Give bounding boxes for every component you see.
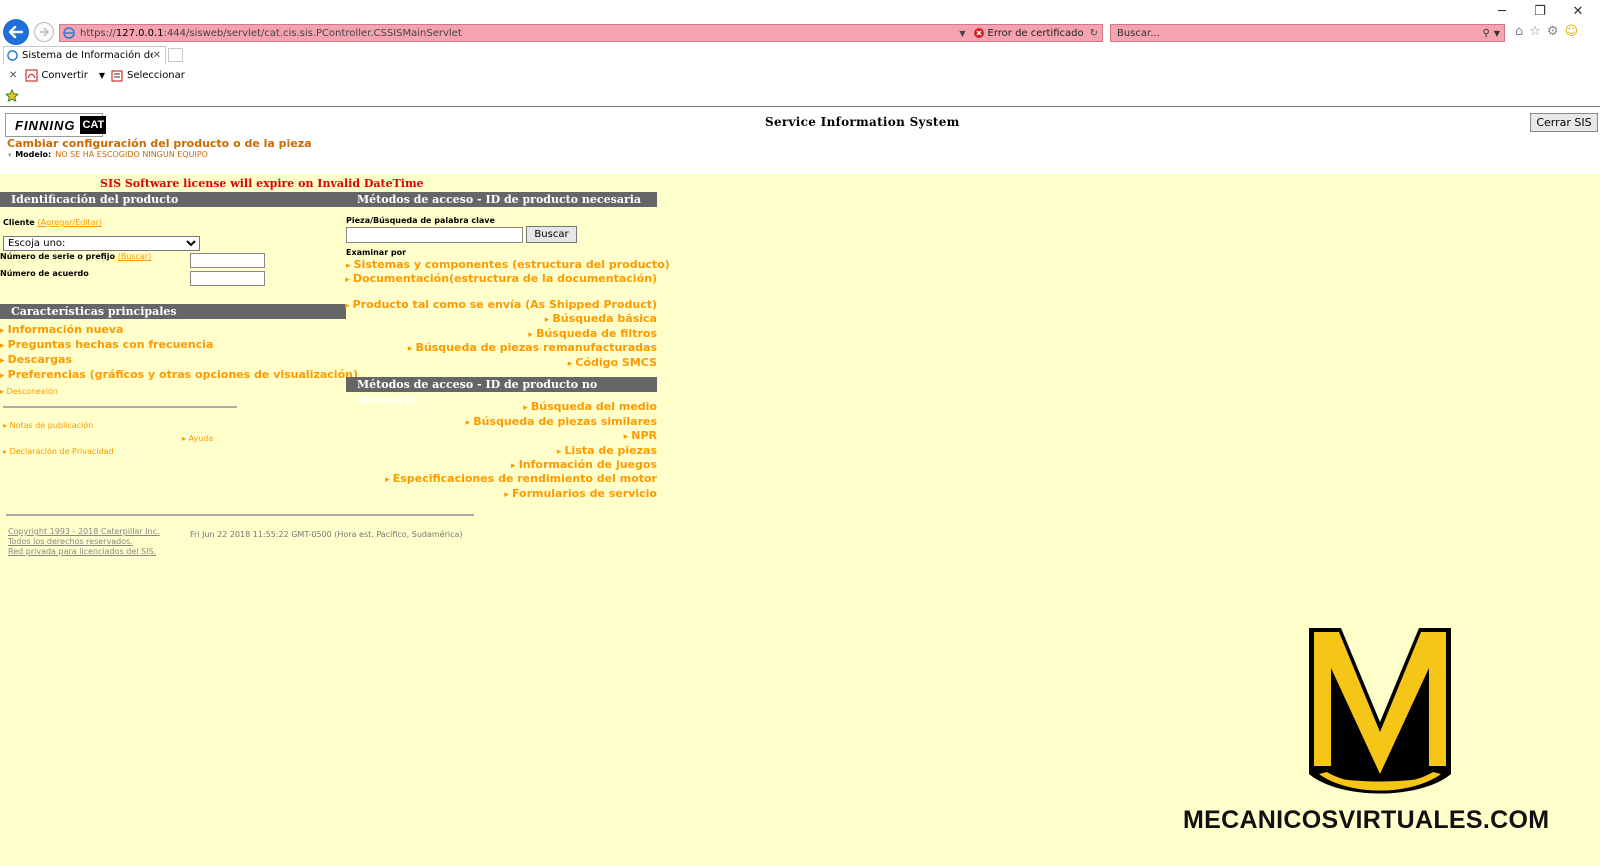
release-notes-link[interactable]: Notas de publicación	[3, 421, 94, 430]
search-serial-link[interactable]: (Buscar)	[118, 252, 152, 261]
model-value: NO SE HA ESCOGIDO NINGUN EQUIPO	[55, 150, 208, 159]
select-button[interactable]: Seleccionar	[111, 69, 185, 82]
downloads-link[interactable]: Descargas	[0, 353, 358, 368]
address-bar[interactable]: https://127.0.0.1:444/sisweb/servlet/cat…	[59, 24, 1103, 42]
close-tab-icon[interactable]: ✕	[153, 50, 161, 61]
back-button[interactable]	[3, 19, 29, 45]
convert-button[interactable]: Convertir ▼	[25, 68, 111, 82]
settings-gear-icon[interactable]: ⚙	[1547, 24, 1559, 39]
kit-info-link[interactable]: Información de juegos	[511, 458, 657, 471]
page-icon	[63, 27, 75, 39]
keyword-label: Pieza/Búsqueda de palabra clave	[346, 216, 495, 225]
restore-icon[interactable]: ❐	[1532, 4, 1548, 19]
favorites-bar	[0, 88, 1600, 107]
finning-cat-logo: FINNING CAT	[5, 113, 107, 137]
search-dropdown-icon[interactable]: ▼	[1494, 29, 1500, 38]
error-icon	[973, 28, 984, 38]
private-network-link[interactable]: Red privada para licenciados del SIS.	[8, 547, 160, 557]
divider	[3, 406, 237, 408]
reman-parts-search-link[interactable]: Búsqueda de piezas remanufacturadas	[408, 341, 657, 354]
home-icon[interactable]: ⌂	[1515, 24, 1523, 39]
watermark-text: MECANICOSVIRTUALES.COM	[1183, 806, 1550, 834]
new-tab-button[interactable]	[168, 48, 183, 62]
page-title: Service Information System	[765, 115, 960, 129]
url-text: https://127.0.0.1:444/sisweb/servlet/cat…	[80, 27, 462, 39]
main-content: SIS Software license will expire on Inva…	[0, 174, 1600, 866]
convert-dropdown-icon[interactable]: ▼	[99, 71, 105, 80]
media-search-link[interactable]: Búsqueda del medio	[523, 400, 657, 413]
customer-label-row: Cliente (Agregar/Editar)	[3, 218, 103, 227]
left-column: Identificación del producto Cliente (Agr…	[0, 174, 358, 694]
copyright-block: Copyright 1993 - 2018 Caterpillar Inc. T…	[8, 527, 160, 557]
select-icon	[111, 69, 123, 82]
command-bar: ✕ Convertir ▼ Seleccionar	[0, 64, 1600, 86]
favorites-star-icon[interactable]: ☆	[1529, 24, 1541, 39]
help-link[interactable]: Ayuda	[182, 434, 214, 443]
access-not-required-header: Métodos de acceso - ID de producto no ne…	[346, 377, 657, 406]
tab-page-icon	[7, 50, 18, 61]
serial-number-input[interactable]	[190, 253, 265, 268]
chevron-left-icon: ‹	[8, 150, 12, 159]
close-bar-icon[interactable]: ✕	[9, 70, 17, 81]
footer-divider	[6, 514, 474, 516]
minimize-icon[interactable]: ─	[1494, 4, 1510, 19]
keyword-search-button[interactable]: Buscar	[526, 226, 577, 243]
forward-button[interactable]	[34, 22, 54, 42]
access-required-header: Métodos de acceso - ID de producto neces…	[346, 192, 657, 207]
documentation-link[interactable]: Documentación(estructura de la documenta…	[345, 272, 657, 285]
page-header: FINNING CAT Service Information System C…	[0, 110, 1600, 174]
product-id-header: Identificación del producto	[0, 192, 346, 207]
similar-parts-search-link[interactable]: Búsqueda de piezas similares	[466, 415, 657, 428]
right-column: Métodos de acceso - ID de producto neces…	[345, 174, 670, 694]
browser-chrome: ─ ❐ ✕ https://127.0.0.1:444/sisweb/servl…	[0, 0, 1600, 108]
rights-link[interactable]: Todos los derechos reservados.	[8, 537, 160, 547]
timestamp: Fri Jun 22 2018 11:55:22 GMT-0500 (Hora …	[190, 530, 463, 539]
service-forms-link[interactable]: Formularios de servicio	[504, 487, 657, 500]
preferences-link[interactable]: Preferencias (gráficos y otras opciones …	[0, 368, 358, 383]
change-config-link[interactable]: Cambiar configuración del producto o de …	[7, 137, 312, 150]
add-favorites-icon[interactable]	[5, 89, 19, 103]
refresh-icon[interactable]: ↻	[1090, 28, 1098, 39]
arrow-left-icon	[8, 25, 24, 39]
copyright-link[interactable]: Copyright 1993 - 2018 Caterpillar Inc.	[8, 527, 160, 537]
model-row: ‹ Modelo: NO SE HA ESCOGIDO NINGUN EQUIP…	[8, 150, 208, 159]
serial-label-row: Número de serie o prefijo (Buscar)	[0, 252, 152, 261]
browser-search-input[interactable]: Buscar... ⚲ ▼	[1110, 24, 1505, 42]
logout-link[interactable]: Desconexión	[0, 387, 58, 396]
as-shipped-product-link[interactable]: Producto tal como se envía (As Shipped P…	[345, 298, 657, 311]
browse-label: Examinar por	[346, 248, 407, 257]
close-sis-button[interactable]: Cerrar SIS	[1530, 113, 1598, 132]
pdf-icon	[25, 68, 38, 82]
filter-search-link[interactable]: Búsqueda de filtros	[528, 327, 657, 340]
systems-components-link[interactable]: Sistemas y componentes (estructura del p…	[346, 258, 670, 271]
main-features-header: Características principales	[0, 304, 346, 319]
toolbar-icons: ⌂ ☆ ⚙ ☺	[1515, 24, 1578, 39]
add-edit-customer-link[interactable]: (Agregar/Editar)	[38, 218, 102, 227]
smcs-code-link[interactable]: Código SMCS	[568, 356, 657, 369]
parts-list-link[interactable]: Lista de piezas	[557, 444, 657, 457]
browser-tab[interactable]: Sistema de Información de ... ✕	[3, 46, 166, 64]
mv-logo-icon	[1309, 628, 1451, 794]
keyword-search-input[interactable]	[346, 227, 523, 243]
search-icon[interactable]: ⚲	[1483, 28, 1490, 39]
privacy-link[interactable]: Declaración de Privacidad	[3, 447, 114, 456]
window-controls: ─ ❐ ✕	[1494, 4, 1586, 19]
main-features-list: Información nueva Preguntas hechas con f…	[0, 323, 358, 383]
customer-select[interactable]: Escoja uno:	[3, 236, 200, 251]
certificate-error[interactable]: Error de certificado	[973, 28, 1084, 39]
basic-search-link[interactable]: Búsqueda básica	[545, 312, 657, 325]
agreement-label: Número de acuerdo	[0, 269, 89, 278]
arrow-right-icon	[40, 27, 50, 37]
close-window-icon[interactable]: ✕	[1570, 4, 1586, 19]
new-info-link[interactable]: Información nueva	[0, 323, 358, 338]
smiley-feedback-icon[interactable]: ☺	[1565, 24, 1579, 39]
agreement-number-input[interactable]	[190, 271, 265, 286]
engine-performance-link[interactable]: Especificaciones de rendimiento del moto…	[385, 472, 657, 485]
dropdown-icon[interactable]: ▼	[959, 29, 965, 38]
faq-link[interactable]: Preguntas hechas con frecuencia	[0, 338, 358, 353]
npr-link[interactable]: NPR	[624, 429, 657, 442]
